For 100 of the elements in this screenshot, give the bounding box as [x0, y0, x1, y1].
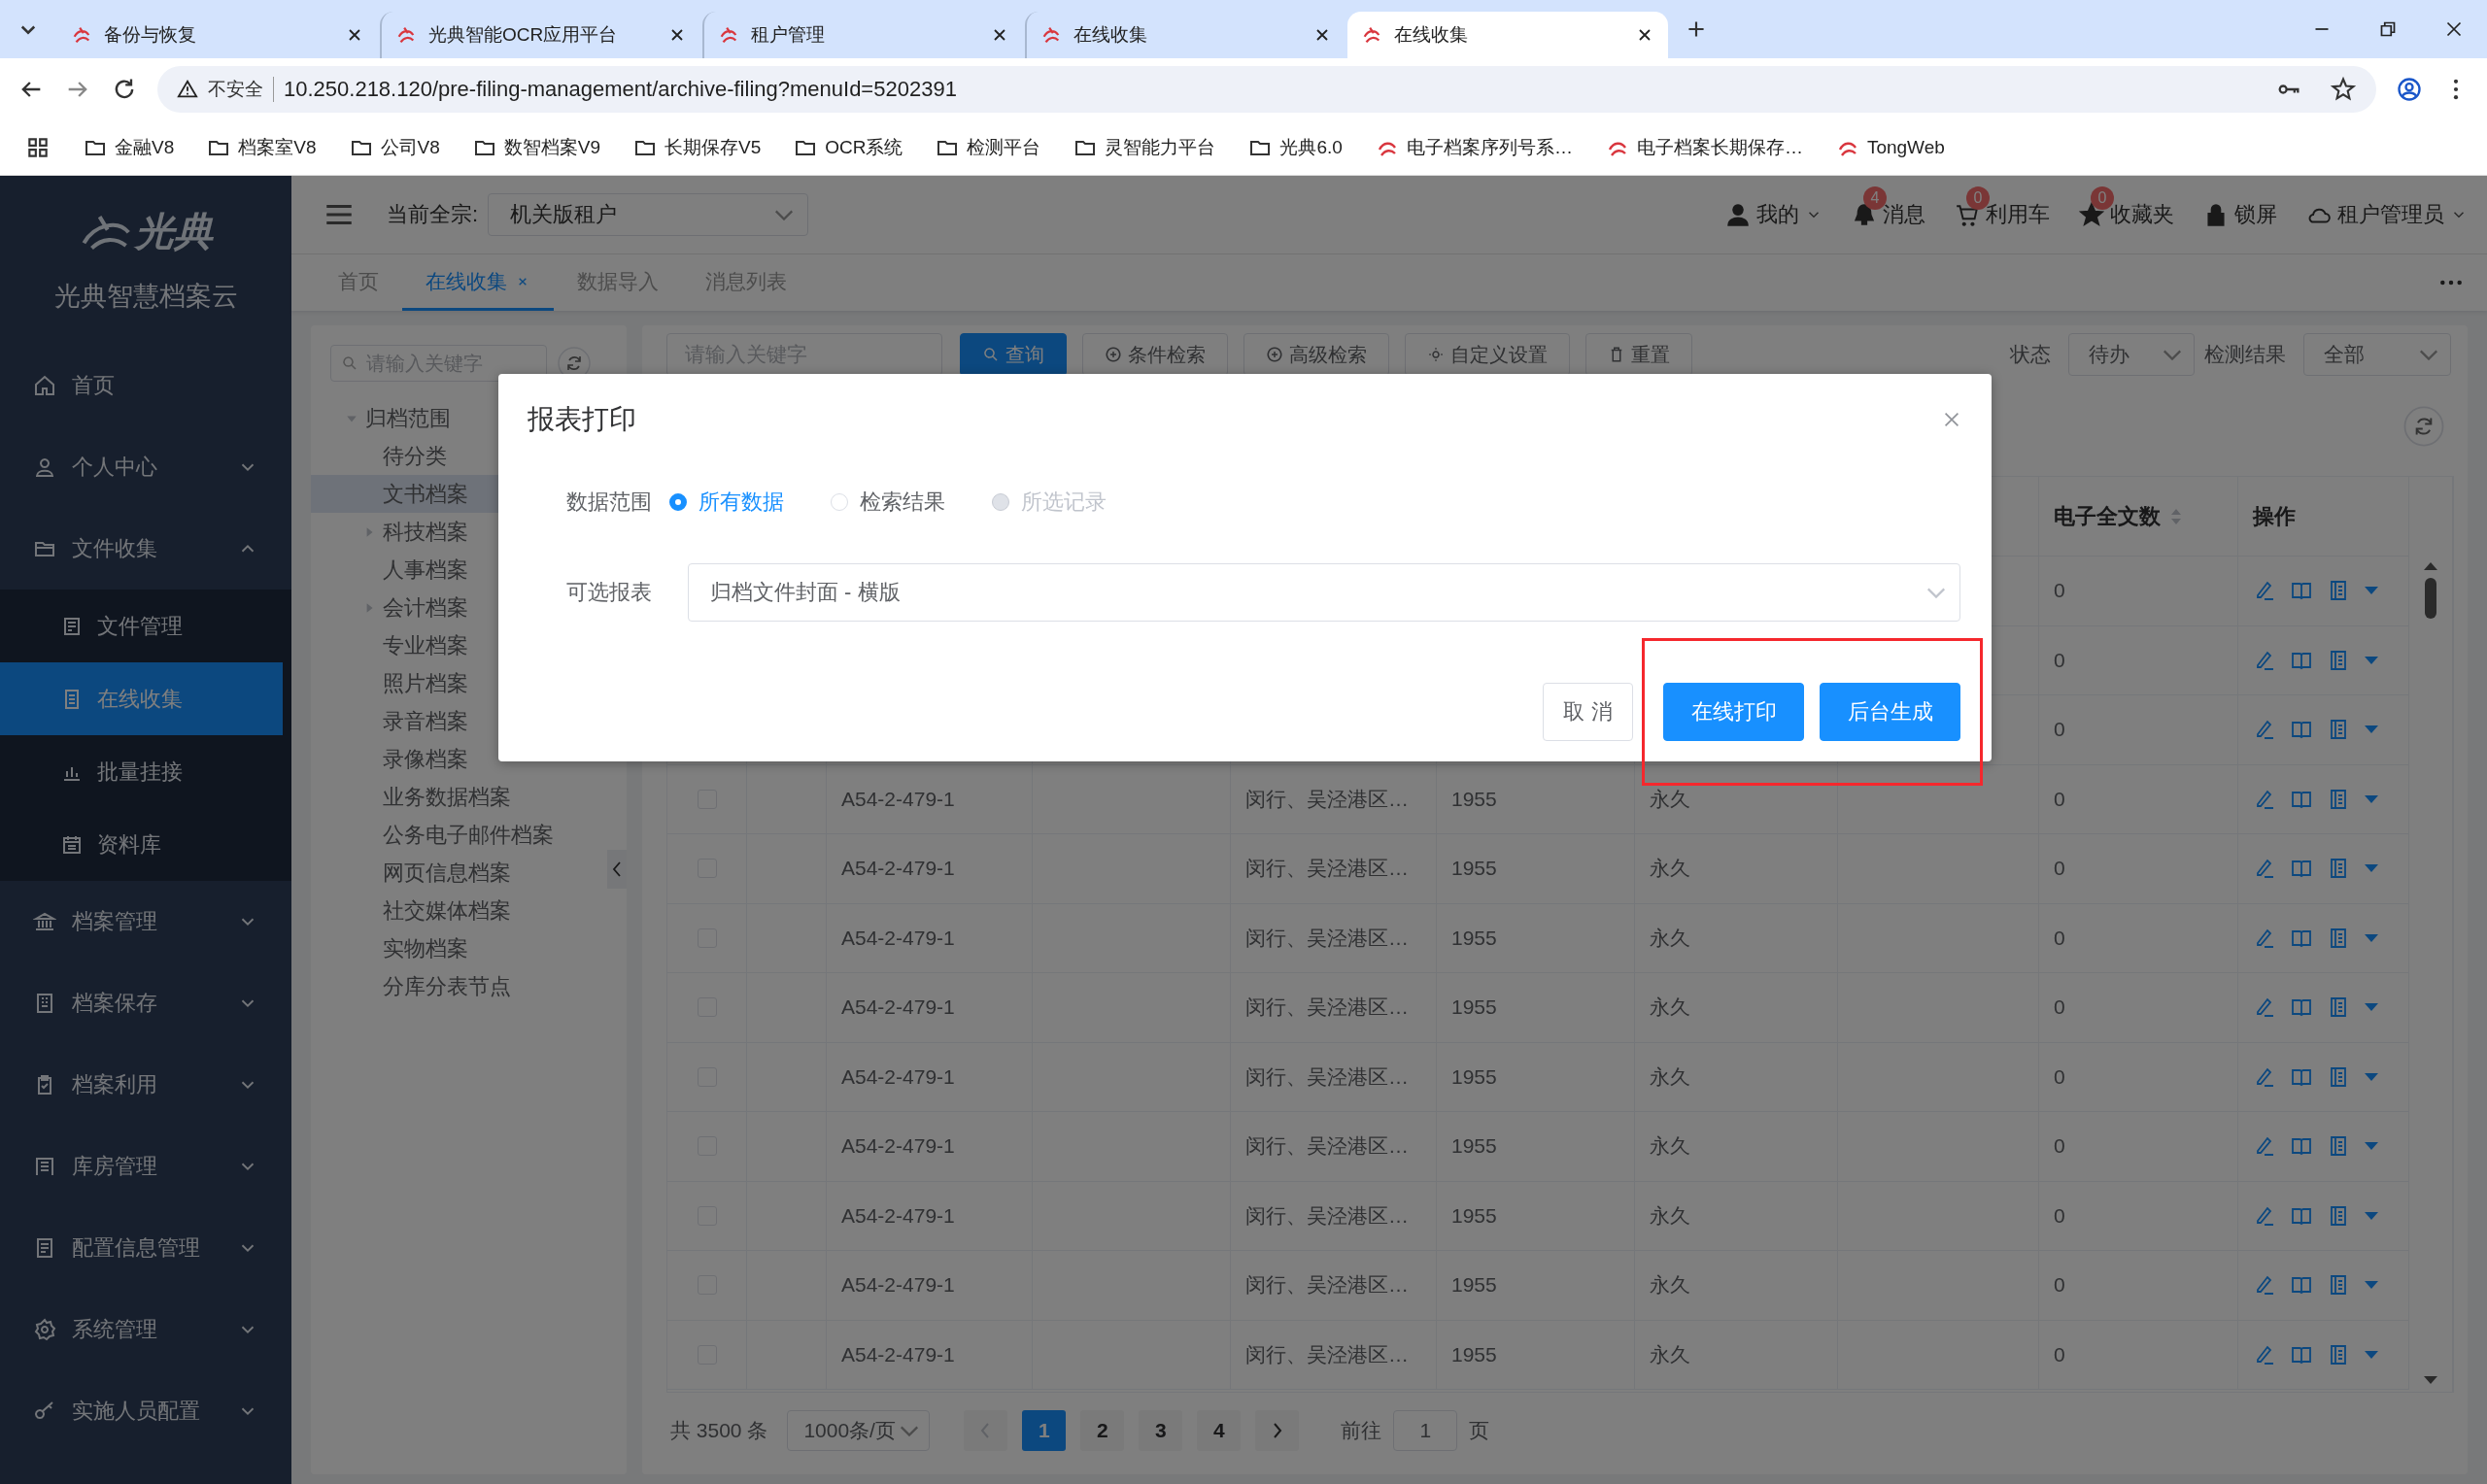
toolbar-button[interactable]: 自定义设置 [1405, 333, 1570, 376]
bookmark[interactable]: 档案室V8 [207, 135, 317, 160]
tree-node[interactable]: 网页信息档案 [311, 854, 607, 892]
table-cell: 0 [2054, 718, 2065, 742]
apps-icon[interactable] [25, 135, 51, 160]
field-label: 可选报表 [565, 579, 653, 606]
toolbar-button[interactable]: 重置 [1585, 333, 1692, 376]
bookmark[interactable]: TongWeb [1835, 136, 1945, 159]
tree-node[interactable]: 分库分表节点 [311, 967, 607, 1005]
sidebar-item[interactable]: 库房管理 [0, 1126, 291, 1207]
chevron-down-icon [900, 1425, 920, 1436]
caret-down-icon[interactable] [2364, 725, 2379, 735]
filter-select[interactable]: 全部 [2303, 333, 2451, 376]
logo-text: 光典 [135, 208, 213, 254]
toolbar-button[interactable]: 条件检索 [1082, 333, 1228, 376]
table-cell: 1955 [1451, 1273, 1497, 1298]
goto-label: 前往 [1341, 1418, 1382, 1443]
caret-down-icon[interactable] [2364, 586, 2379, 596]
page-button[interactable]: 1 [1022, 1410, 1067, 1451]
tree-node[interactable]: 业务数据档案 [311, 778, 607, 816]
bell-icon [1852, 202, 1877, 227]
header-link[interactable]: 锁屏 [2203, 183, 2277, 247]
caret-down-icon[interactable] [2364, 1280, 2379, 1291]
sidebar-subitem[interactable]: 文件管理 [0, 590, 283, 662]
table-cell-text: 永久 [1650, 1133, 1690, 1160]
page-button[interactable]: 3 [1139, 1410, 1183, 1451]
caret-down-icon[interactable] [2364, 1210, 2379, 1221]
caret-down-icon[interactable] [2364, 793, 2379, 804]
radio-option[interactable]: 检索结果 [831, 488, 945, 517]
browser-tab[interactable]: 备份与恢复 [57, 12, 378, 58]
bookmark[interactable]: 电子档案长期保存… [1605, 135, 1803, 160]
bookmark[interactable]: OCR系统 [794, 135, 903, 160]
sidebar-item[interactable]: 首页 [0, 345, 291, 426]
caret-down-icon[interactable] [2364, 1349, 2379, 1360]
browser-tab[interactable]: 在线收集 [1347, 12, 1668, 58]
radio-button[interactable] [669, 493, 687, 511]
page-input[interactable]: 1 [1393, 1410, 1458, 1451]
page-size-select[interactable]: 1000条/页 [787, 1410, 931, 1451]
table-cell: 0 [2054, 1064, 2065, 1089]
bookmark[interactable]: 长期保存V5 [633, 135, 762, 160]
primary-button[interactable]: 在线打印 [1663, 683, 1804, 741]
page-button[interactable]: 2 [1080, 1410, 1125, 1451]
table-cell: 0 [2054, 1134, 2065, 1159]
sidebar-item[interactable]: 文件收集 [0, 508, 291, 590]
caret-down-icon[interactable] [2364, 1071, 2379, 1082]
profile-icon[interactable] [2396, 76, 2423, 103]
caret-down-icon[interactable] [2364, 1002, 2379, 1013]
page-tab[interactable]: 在线收集 [402, 255, 554, 311]
header-link[interactable]: 租户管理员 [2306, 183, 2468, 247]
sidebar-item[interactable]: 配置信息管理 [0, 1207, 291, 1289]
sidebar-subitem[interactable]: 资料库 [0, 808, 283, 881]
favicon-icon [1040, 24, 1062, 46]
page-button[interactable]: 4 [1197, 1410, 1242, 1451]
sidebar-item[interactable]: 档案管理 [0, 881, 291, 962]
table-cell: A54-2-479-1 [841, 1273, 955, 1298]
table-cell-text: 闵行、吴泾港区… [1245, 1133, 1409, 1160]
dialog-title: 报表打印 [528, 403, 636, 436]
report-select[interactable]: 归档文件封面 - 横版 [688, 563, 1960, 622]
address-bar[interactable]: 不安全 10.250.218.120/pre-filing-management/archive-filing?menuId=5202391 [157, 66, 2376, 113]
caret-down-icon[interactable] [2364, 1141, 2379, 1152]
sidebar-item[interactable]: 档案保存 [0, 962, 291, 1044]
sidebar-item[interactable]: 档案利用 [0, 1044, 291, 1126]
sidebar-item[interactable]: 系统管理 [0, 1289, 291, 1370]
bookmark[interactable]: 检测平台 [936, 135, 1041, 160]
table-cell: 1955 [1451, 1134, 1497, 1159]
header-link[interactable]: 我的 [1725, 183, 1823, 247]
toolbar-button[interactable]: 查询 [960, 333, 1067, 376]
caret-down-icon[interactable] [2364, 655, 2379, 665]
cancel-button[interactable]: 取 消 [1543, 683, 1633, 741]
caret-down-icon[interactable] [2364, 863, 2379, 874]
tree-node[interactable]: 实物档案 [311, 929, 607, 967]
bookmark[interactable]: 公司V8 [349, 135, 440, 160]
cart-icon [1955, 202, 1980, 227]
header-link[interactable]: 0 利用车 [1955, 183, 2050, 247]
primary-button[interactable]: 后台生成 [1820, 683, 1960, 741]
bookmark[interactable]: 灵智能力平台 [1073, 135, 1216, 160]
bookmark[interactable]: 电子档案序列号系… [1375, 135, 1573, 160]
header-link[interactable]: 4 消息 [1852, 183, 1925, 247]
filter-select[interactable]: 待办 [2068, 333, 2195, 376]
header-link[interactable]: 0 收藏夹 [2079, 183, 2174, 247]
caret-down-icon[interactable] [2364, 932, 2379, 943]
table-cell: A54-2-479-1 [841, 1342, 955, 1366]
collapse-handle-icon[interactable] [607, 850, 627, 889]
fonds-select[interactable]: 机关版租户 [488, 193, 809, 236]
bookmark[interactable]: 光典6.0 [1248, 135, 1343, 160]
sidebar-item[interactable]: 实施人员配置 [0, 1370, 291, 1452]
bookmark[interactable]: 数智档案V9 [472, 135, 600, 160]
sidebar-subitem[interactable]: 在线收集 [0, 662, 283, 735]
tree-node[interactable]: 公务电子邮件档案 [311, 816, 607, 854]
toolbar-button[interactable]: 高级检索 [1244, 333, 1389, 376]
star-icon[interactable] [2330, 76, 2357, 103]
sidebar-subitem[interactable]: 批量挂接 [0, 735, 283, 808]
table-cell-text: 闵行、吴泾港区… [1245, 1272, 1409, 1298]
sidebar-item[interactable]: 个人中心 [0, 426, 291, 508]
security-label: 不安全 [208, 77, 274, 102]
table-cell-text: 闵行、吴泾港区… [1245, 1341, 1409, 1367]
bookmark[interactable]: 金融V8 [84, 135, 175, 160]
tree-node[interactable]: 社交媒体档案 [311, 892, 607, 929]
tree-node[interactable]: 科技档案 [311, 513, 607, 551]
radio-option[interactable]: 所有数据 [669, 488, 784, 517]
